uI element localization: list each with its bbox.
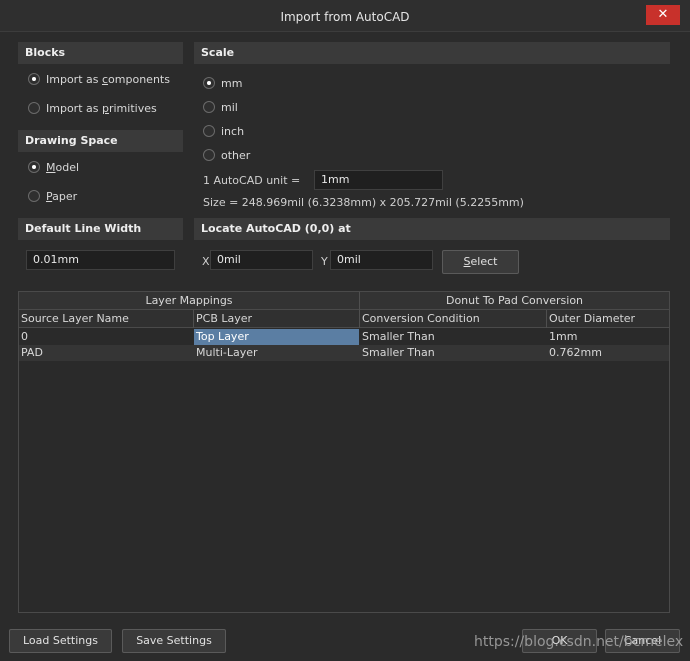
y-label: Y — [321, 255, 328, 268]
radio-scale-mm[interactable]: mm — [203, 75, 242, 91]
line-width-header: Default Line Width — [18, 218, 183, 240]
column-outer-diameter[interactable]: Outer Diameter — [547, 310, 669, 328]
autocad-unit-input[interactable]: 1mm — [314, 170, 443, 190]
pcb-layer-cell[interactable]: Multi-Layer — [194, 345, 359, 361]
radio-scale-inch[interactable]: inch — [203, 123, 244, 139]
load-settings-button[interactable]: Load Settings — [9, 629, 112, 653]
close-button[interactable]: ✕ — [646, 5, 680, 25]
title-bar: Import from AutoCAD ✕ — [0, 0, 690, 32]
radio-button-checked[interactable] — [28, 73, 40, 85]
column-source-layer[interactable]: Source Layer Name — [19, 310, 193, 328]
select-button[interactable]: Select — [442, 250, 519, 274]
table-column-header: Source Layer Name PCB Layer Conversion C… — [19, 310, 669, 328]
paper-label: Paper — [46, 189, 78, 203]
autocad-unit-label: 1 AutoCAD unit = — [203, 174, 301, 187]
radio-import-primitives[interactable]: Import as primitives — [28, 100, 157, 116]
radio-button[interactable] — [203, 149, 215, 161]
diameter-cell[interactable]: 0.762mm — [547, 345, 669, 361]
radio-import-components[interactable]: Import as components — [28, 71, 170, 87]
scale-mm-label: mm — [221, 76, 243, 90]
column-conversion-condition[interactable]: Conversion Condition — [360, 310, 546, 328]
save-settings-button[interactable]: Save Settings — [122, 629, 226, 653]
radio-button[interactable] — [203, 125, 215, 137]
scale-inch-label: inch — [221, 124, 245, 138]
column-pcb-layer[interactable]: PCB Layer — [194, 310, 359, 328]
radio-button[interactable] — [28, 190, 40, 202]
model-label: Model — [46, 160, 80, 174]
source-layer-cell[interactable]: 0 — [19, 329, 193, 345]
size-readout: Size = 248.969mil (6.3238mm) x 205.727mi… — [203, 196, 524, 209]
radio-button-checked[interactable] — [203, 77, 215, 89]
import-components-label: Import as components — [46, 72, 170, 86]
drawing-space-header: Drawing Space — [18, 130, 183, 152]
scale-mil-label: mil — [221, 100, 238, 114]
layer-mapping-table: Layer Mappings Donut To Pad Conversion S… — [18, 291, 670, 613]
source-layer-cell[interactable]: PAD — [19, 345, 193, 361]
scale-header: Scale — [194, 42, 670, 64]
condition-cell[interactable]: Smaller Than — [360, 345, 546, 361]
y-coordinate-input[interactable]: 0mil — [330, 250, 433, 270]
pcb-layer-cell[interactable]: Top Layer — [194, 329, 359, 345]
table-row[interactable]: 0 Top Layer Smaller Than 1mm — [19, 329, 669, 345]
radio-button-checked[interactable] — [28, 161, 40, 173]
import-primitives-label: Import as primitives — [46, 101, 157, 115]
watermark-text: https://blog.csdn.net/bcmelex — [474, 634, 684, 650]
x-coordinate-input[interactable]: 0mil — [210, 250, 313, 270]
locate-header: Locate AutoCAD (0,0) at — [194, 218, 670, 240]
radio-button[interactable] — [203, 101, 215, 113]
radio-paper[interactable]: Paper — [28, 188, 77, 204]
table-group-header: Layer Mappings Donut To Pad Conversion — [19, 292, 669, 310]
blocks-header: Blocks — [18, 42, 183, 64]
radio-scale-mil[interactable]: mil — [203, 99, 238, 115]
diameter-cell[interactable]: 1mm — [547, 329, 669, 345]
radio-model[interactable]: Model — [28, 159, 79, 175]
radio-button[interactable] — [28, 102, 40, 114]
scale-other-label: other — [221, 148, 251, 162]
line-width-input[interactable]: 0.01mm — [26, 250, 175, 270]
condition-cell[interactable]: Smaller Than — [360, 329, 546, 345]
group-donut-conversion: Donut To Pad Conversion — [445, 294, 584, 307]
x-label: X — [202, 255, 210, 268]
window-title: Import from AutoCAD — [280, 10, 410, 24]
group-layer-mappings: Layer Mappings — [145, 294, 233, 307]
table-row[interactable]: PAD Multi-Layer Smaller Than 0.762mm — [19, 345, 669, 361]
radio-scale-other[interactable]: other — [203, 147, 250, 163]
close-icon: ✕ — [657, 7, 669, 22]
